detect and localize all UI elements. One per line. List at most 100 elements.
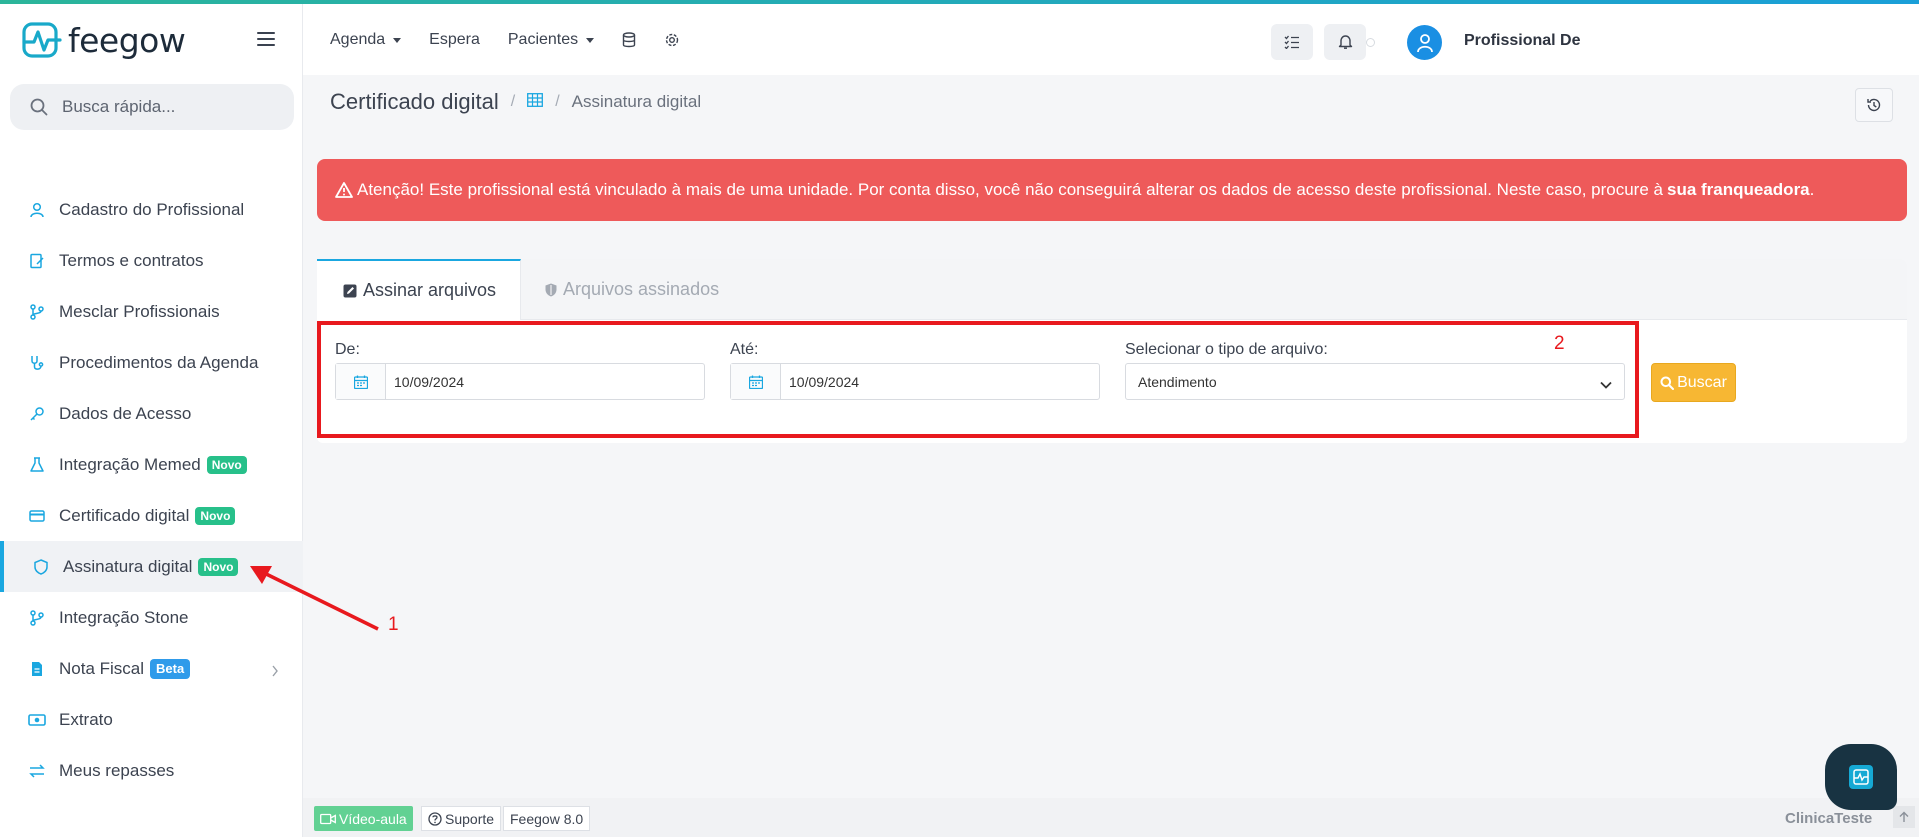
tab-label: Arquivos assinados	[563, 279, 720, 299]
search-icon	[30, 98, 48, 116]
chat-icon	[1849, 765, 1873, 789]
sidebar-item-memed[interactable]: Integração Memed Novo	[0, 439, 303, 490]
video-tutorial-button[interactable]: Vídeo-aula	[314, 806, 413, 831]
warning-triangle-icon	[335, 182, 353, 198]
warning-alert: Atenção! Este profissional está vinculad…	[317, 159, 1907, 221]
scroll-top-button[interactable]	[1893, 806, 1915, 828]
money-icon	[28, 711, 46, 729]
sidebar-item-extrato[interactable]: Extrato	[0, 694, 303, 745]
sidebar-item-label: Certificado digital	[59, 505, 190, 525]
task-list-button[interactable]	[1271, 24, 1313, 60]
caret-down-icon	[393, 37, 402, 43]
alert-text: Atenção! Este profissional está vinculad…	[357, 180, 1663, 199]
sidebar-item-label: Nota Fiscal	[59, 658, 145, 678]
support-button[interactable]: Suporte	[421, 806, 502, 831]
video-camera-icon	[320, 813, 336, 824]
card-icon	[28, 507, 46, 525]
nav-agenda[interactable]: Agenda	[330, 31, 402, 49]
checklist-icon	[1284, 35, 1299, 49]
sidebar-item-label: Assinatura digital	[63, 556, 193, 576]
search-input[interactable]	[62, 97, 262, 117]
support-label: Suporte	[445, 810, 495, 827]
sidebar-item-label: Meus repasses	[59, 760, 175, 780]
breadcrumb-separator: /	[510, 93, 516, 110]
top-header: Agenda Espera Pacientes Profissional De	[303, 4, 1919, 75]
annotation-highlight-box	[317, 321, 1639, 438]
chat-widget-button[interactable]	[1825, 744, 1897, 810]
breadcrumb-separator: /	[555, 93, 560, 110]
chevron-right-icon	[271, 662, 279, 682]
beta-badge: Beta	[150, 658, 191, 679]
feegow-logo[interactable]: feegow	[22, 21, 186, 60]
avatar[interactable]	[1407, 25, 1442, 60]
sidebar-item-label: Cadastro do Profissional	[59, 199, 245, 219]
user-icon	[28, 201, 46, 219]
status-indicator-icon	[1366, 38, 1375, 47]
sidebar-item-procedimentos[interactable]: Procedimentos da Agenda	[0, 337, 303, 388]
sidebar-item-termos[interactable]: Termos e contratos	[0, 235, 303, 286]
sidebar-item-label: Mesclar Profissionais	[59, 301, 220, 321]
database-icon[interactable]	[622, 32, 636, 48]
sidebar-item-dados-acesso[interactable]: Dados de Acesso	[0, 388, 303, 439]
sidebar-item-cadastro[interactable]: Cadastro do Profissional	[0, 184, 303, 235]
alert-bold-text: sua franqueadora	[1666, 180, 1810, 199]
sidebar-item-label: Termos e contratos	[59, 250, 204, 270]
sidebar-item-mesclar[interactable]: Mesclar Profissionais	[0, 286, 303, 337]
logo-wordmark: feegow	[68, 21, 186, 60]
annotation-number-1: 1	[388, 614, 399, 635]
annotation-number-2: 2	[1554, 333, 1565, 354]
nav-pacientes[interactable]: Pacientes	[507, 31, 595, 49]
key-icon	[28, 405, 46, 423]
video-label: Vídeo-aula	[339, 810, 407, 827]
new-badge: Novo	[198, 557, 239, 576]
sidebar-item-label: Dados de Acesso	[59, 403, 192, 423]
gear-icon[interactable]	[664, 32, 680, 48]
sidebar-item-label: Integração Memed	[59, 454, 201, 474]
breadcrumb-current: Assinatura digital	[571, 92, 702, 111]
history-icon	[1867, 98, 1881, 112]
contract-icon	[28, 252, 46, 270]
footer-bar: Vídeo-aula Suporte Feegow 8.0 ClinicaTes…	[303, 798, 1919, 837]
page-title: Certificado digital	[330, 89, 499, 114]
tab-arquivos-assinados[interactable]: Arquivos assinados	[545, 259, 719, 320]
merge-icon	[28, 609, 46, 627]
header-nav: Agenda Espera Pacientes	[330, 31, 708, 49]
flask-icon	[28, 456, 46, 474]
clinic-name: ClinicaTeste	[1785, 810, 1873, 827]
bell-icon	[1338, 35, 1352, 49]
grid-icon[interactable]	[527, 92, 544, 112]
transfer-icon	[28, 762, 46, 780]
tab-assinar-arquivos[interactable]: Assinar arquivos	[317, 259, 521, 320]
nav-label: Espera	[429, 31, 480, 48]
history-button[interactable]	[1855, 88, 1893, 122]
nav-espera[interactable]: Espera	[429, 31, 480, 49]
new-badge: Novo	[195, 506, 236, 525]
sidebar-item-label: Extrato	[59, 709, 113, 729]
quick-search[interactable]	[10, 84, 294, 130]
sidebar-item-repasses[interactable]: Meus repasses	[0, 745, 303, 796]
notifications-button[interactable]	[1324, 24, 1366, 60]
alert-end: .	[1809, 180, 1815, 199]
sidebar: feegow Cadastro do Profissional Termos e…	[0, 4, 303, 837]
nav-label: Pacientes	[507, 31, 579, 48]
version-label: Feegow 8.0	[503, 806, 591, 831]
user-name[interactable]: Profissional De	[1464, 32, 1580, 50]
arrow-up-icon	[1899, 811, 1909, 822]
help-circle-icon	[428, 811, 442, 826]
search-button[interactable]: Buscar	[1651, 363, 1736, 402]
hamburger-menu-icon[interactable]	[257, 32, 275, 46]
tab-bar: Assinar arquivos Arquivos assinados	[317, 259, 1907, 320]
sidebar-item-certificado[interactable]: Certificado digital Novo	[0, 490, 303, 541]
sidebar-item-nota-fiscal[interactable]: Nota Fiscal Beta	[0, 643, 303, 694]
search-button-label: Buscar	[1677, 373, 1727, 391]
shield-icon	[545, 283, 557, 297]
nav-label: Agenda	[330, 31, 386, 48]
edit-icon	[343, 284, 357, 298]
logo-mark-icon	[22, 21, 62, 58]
annotation-arrow-icon	[250, 566, 379, 631]
tab-label: Assinar arquivos	[363, 280, 497, 300]
merge-icon	[28, 303, 46, 321]
sidebar-item-label: Procedimentos da Agenda	[59, 352, 259, 372]
caret-down-icon	[586, 37, 595, 43]
new-badge: Novo	[206, 455, 247, 474]
